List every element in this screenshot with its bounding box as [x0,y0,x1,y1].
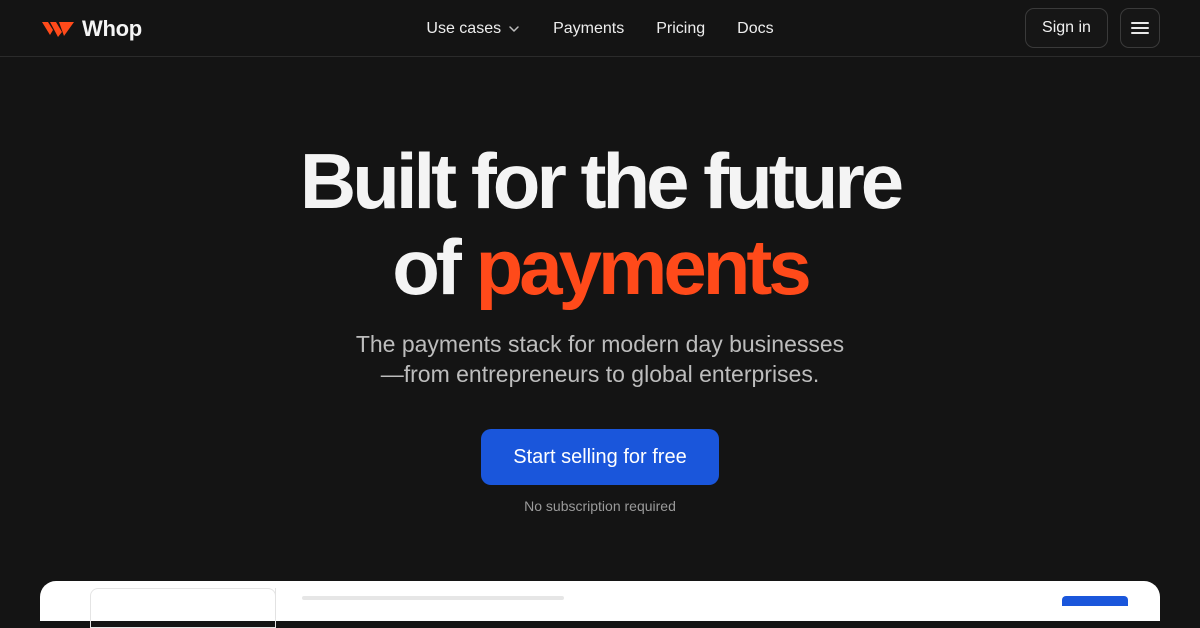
nav-item-pricing[interactable]: Pricing [656,20,705,38]
start-selling-button[interactable]: Start selling for free [481,429,719,485]
nav-item-use-cases[interactable]: Use cases [426,20,521,38]
hero-subtitle-line1: The payments stack for modern day busine… [355,331,845,357]
menu-button[interactable] [1120,8,1160,48]
cta-note: No subscription required [524,498,676,514]
preview-divider [275,588,276,618]
sign-in-button[interactable]: Sign in [1025,8,1108,48]
nav-item-payments[interactable]: Payments [553,20,624,38]
dashboard-preview [40,581,1160,628]
preview-sidebar [90,588,276,628]
nav-item-label: Pricing [656,19,706,37]
hero-headline-line2: of payments [0,223,1200,311]
nav-item-label: Payments [553,19,625,37]
nav-item-label: Use cases [426,19,502,37]
nav-item-label: Docs [737,19,774,37]
hero-headline-accent: payments [475,223,812,311]
hero-subtitle-line2: —from entrepreneurs to global enterprise… [380,361,820,387]
brand-logo-link[interactable]: Whop [40,15,142,43]
hamburger-menu-icon [1131,22,1149,34]
chevron-down-icon [509,25,519,32]
top-navbar: Whop Use cases Payments Pricing Docs Sig… [0,0,1200,57]
preview-action-button [1062,596,1128,606]
hero-headline-prefix: of [392,223,462,311]
nav-item-docs[interactable]: Docs [737,20,773,38]
primary-nav: Use cases Payments Pricing Docs [0,0,1200,57]
hero-headline-line1: Built for the future [299,137,904,225]
preview-search-bar [302,596,564,600]
whop-logo-icon [42,22,74,37]
brand-name: Whop [82,16,142,41]
